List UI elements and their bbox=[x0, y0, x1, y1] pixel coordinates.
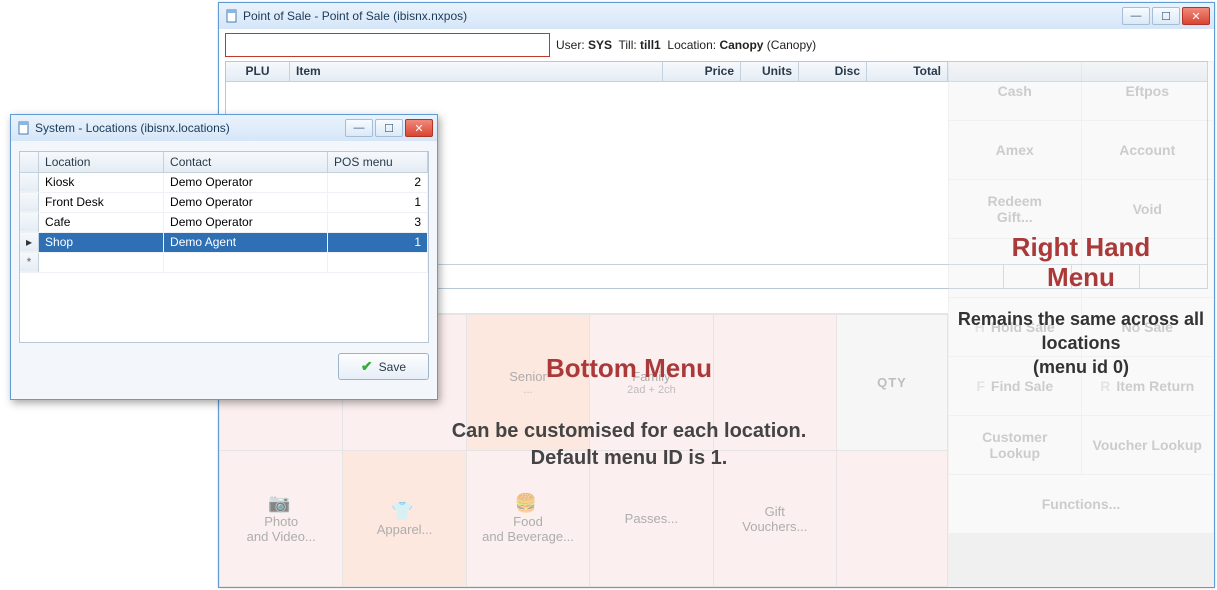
maximize-button[interactable]: ☐ bbox=[1152, 7, 1180, 25]
right-menu-tile[interactable]: Eftpos bbox=[1082, 62, 1214, 120]
table-row[interactable]: Front DeskDemo Operator1 bbox=[20, 192, 428, 212]
save-label: Save bbox=[379, 360, 406, 374]
maximize-button[interactable]: ☐ bbox=[375, 119, 403, 137]
document-icon bbox=[225, 9, 239, 23]
minimize-button[interactable]: — bbox=[1122, 7, 1150, 25]
col-contact[interactable]: Contact bbox=[164, 152, 328, 172]
col-units[interactable]: Units bbox=[741, 62, 799, 81]
table-row[interactable]: KioskDemo Operator2 bbox=[20, 172, 428, 192]
locations-title-text: System - Locations (ibisnx.locations) bbox=[35, 121, 230, 135]
col-location[interactable]: Location bbox=[39, 152, 164, 172]
table-row[interactable]: CafeDemo Operator3 bbox=[20, 212, 428, 232]
session-meta: User: SYS Till: till1 Location: Canopy (… bbox=[556, 38, 816, 52]
row-marker-col bbox=[20, 152, 39, 172]
right-menu-annotation: Right HandMenu Remains the same across a… bbox=[948, 233, 1214, 380]
category-icon: 📷 bbox=[268, 493, 290, 514]
pos-titlebar[interactable]: Point of Sale - Point of Sale (ibisnx.nx… bbox=[219, 3, 1214, 29]
table-row-new[interactable]: * bbox=[20, 252, 428, 272]
col-item[interactable]: Item bbox=[290, 62, 663, 81]
col-disc[interactable]: Disc bbox=[799, 62, 867, 81]
save-button[interactable]: ✔ Save bbox=[338, 353, 429, 380]
right-menu-tile[interactable]: Void bbox=[1082, 180, 1214, 238]
minimize-button[interactable]: — bbox=[345, 119, 373, 137]
locations-window: System - Locations (ibisnx.locations) — … bbox=[10, 114, 438, 400]
right-menu-tile[interactable]: Account bbox=[1082, 121, 1214, 179]
right-menu-tile[interactable]: Amex bbox=[949, 121, 1081, 179]
check-icon: ✔ bbox=[361, 358, 373, 375]
category-icon: 👕 bbox=[391, 501, 413, 522]
col-price[interactable]: Price bbox=[663, 62, 741, 81]
locations-grid[interactable]: Location Contact POS menu KioskDemo Oper… bbox=[19, 151, 429, 343]
col-plu[interactable]: PLU bbox=[226, 62, 290, 81]
locations-titlebar[interactable]: System - Locations (ibisnx.locations) — … bbox=[11, 115, 437, 141]
right-menu-tile[interactable]: CustomerLookup bbox=[949, 416, 1081, 474]
right-menu-tile[interactable]: RedeemGift... bbox=[949, 180, 1081, 238]
table-row[interactable]: ▸ShopDemo Agent1 bbox=[20, 232, 428, 252]
col-posmenu[interactable]: POS menu bbox=[328, 152, 428, 172]
col-total[interactable]: Total bbox=[867, 62, 948, 81]
pos-title-text: Point of Sale - Point of Sale (ibisnx.nx… bbox=[243, 9, 467, 23]
right-menu-tile[interactable]: Voucher Lookup bbox=[1082, 416, 1214, 474]
right-menu-tile[interactable]: Cash bbox=[949, 62, 1081, 120]
category-icon: 🍔 bbox=[515, 493, 537, 514]
close-button[interactable]: ✕ bbox=[1182, 7, 1210, 25]
document-icon bbox=[17, 121, 31, 135]
plu-search-input[interactable] bbox=[225, 33, 550, 57]
close-button[interactable]: ✕ bbox=[405, 119, 433, 137]
bottom-menu-tile[interactable]: 📷Photoand Video... bbox=[220, 451, 342, 586]
right-menu-tile[interactable]: Functions... bbox=[949, 475, 1213, 533]
